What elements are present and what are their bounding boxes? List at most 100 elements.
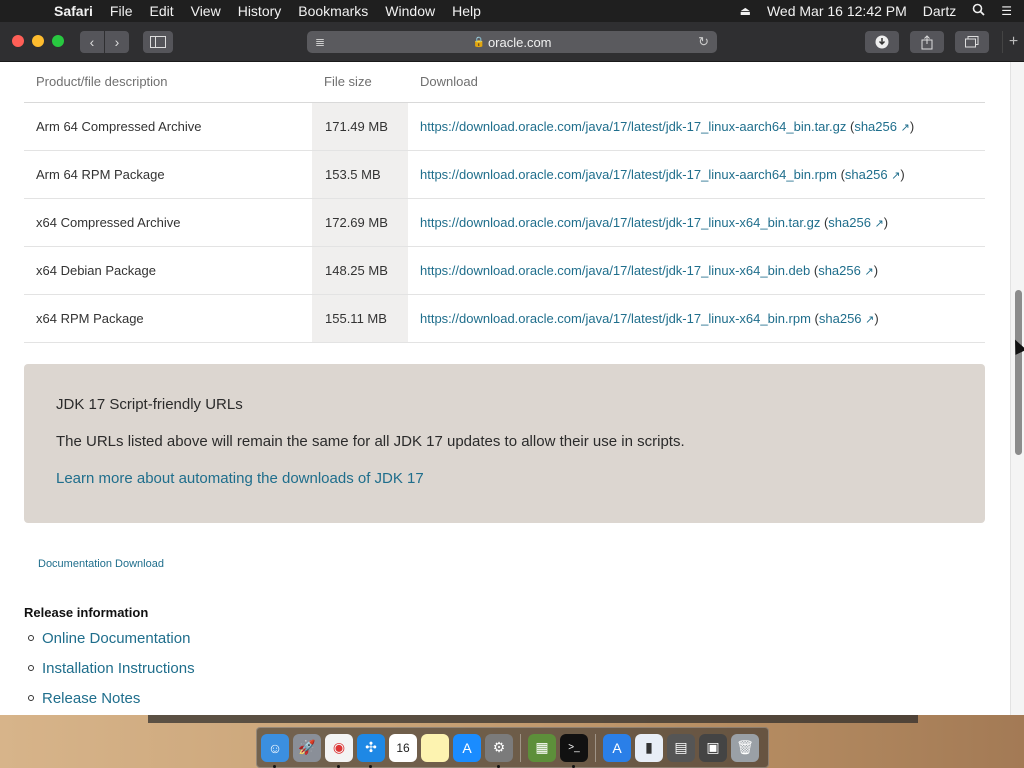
browser-toolbar: ‹ › ≣ 🔒 oracle.com ↻ + [0,22,1024,62]
release-information-heading: Release information [24,605,149,620]
zoom-window-button[interactable] [52,35,64,47]
sha256-link[interactable]: sha256 ↗ [854,119,910,134]
menu-edit[interactable]: Edit [149,3,173,19]
menu-window[interactable]: Window [385,3,435,19]
chevron-left-icon: ‹ [89,34,95,50]
sha256-link[interactable]: sha256 ↗ [819,311,875,326]
running-indicator [497,764,500,768]
menu-view[interactable]: View [191,3,221,19]
sha256-link[interactable]: sha256 ↗ [845,167,901,182]
launchpad-icon[interactable]: 🚀 [293,733,321,762]
file-size: 153.5 MB [312,150,408,199]
eject-icon[interactable]: ⏏ [740,4,751,18]
installation-instructions-link[interactable]: Installation Instructions [42,660,195,677]
checksum-label: sha256 [818,310,862,326]
sha256-link[interactable]: sha256 ↗ [818,263,874,278]
column-header-description: Product/file description [24,62,312,103]
menu-file[interactable]: File [110,3,133,19]
file-description: x64 RPM Package [24,294,312,343]
menu-app-name[interactable]: Safari [54,3,93,19]
table-row: x64 Compressed Archive 172.69 MB https:/… [24,198,985,247]
table-row: Arm 64 Compressed Archive 171.49 MB http… [24,102,985,151]
column-header-download: Download [408,62,985,103]
sidebar-icon [150,36,166,48]
close-window-button[interactable] [12,35,24,47]
download-cell: https://download.oracle.com/java/17/late… [408,246,985,295]
terminal-icon[interactable]: >_ [560,733,588,768]
file-description: Arm 64 Compressed Archive [24,102,312,151]
release-notes-link[interactable]: Release Notes [42,690,140,707]
system-preferences-icon[interactable]: ⚙ [485,733,513,768]
minimize-window-button[interactable] [32,35,44,47]
checksum-label: sha256 [828,214,871,230]
online-documentation-link[interactable]: Online Documentation [42,630,190,647]
show-tabs-button[interactable] [955,31,989,53]
back-button[interactable]: ‹ [80,31,104,53]
menu-bar: Safari File Edit View History Bookmarks … [0,0,1024,22]
reload-icon[interactable]: ↻ [698,34,709,50]
running-indicator [369,764,372,768]
menu-clock[interactable]: Wed Mar 16 12:42 PM [767,3,907,19]
column-header-size: File size [312,62,408,103]
safari-window: ‹ › ≣ 🔒 oracle.com ↻ + Product/file desc… [0,22,1024,715]
table-row: Arm 64 RPM Package 153.5 MB https://down… [24,150,985,199]
share-button[interactable] [910,31,944,53]
menu-user[interactable]: Dartz [923,3,956,19]
list-item: Installation Instructions [28,653,195,683]
running-indicator [337,764,340,768]
download-link[interactable]: https://download.oracle.com/java/17/late… [420,215,820,230]
download-link[interactable]: https://download.oracle.com/java/17/late… [420,311,811,326]
checksum-label: sha256 [844,166,888,182]
address-text: oracle.com [487,34,552,50]
external-link-icon: ↗ [864,265,874,278]
downloads-table: Product/file description File size Downl… [24,62,985,343]
external-link-icon: ↗ [891,169,901,182]
bullet-icon [28,665,34,671]
share-icon [921,34,933,49]
documentation-download-link[interactable]: Documentation Download [38,558,164,570]
list-item: Release Notes [28,683,195,713]
chrome-icon[interactable]: ◉ [325,733,353,768]
bullet-icon [28,695,34,701]
menu-help[interactable]: Help [452,3,481,19]
notification-center-icon[interactable]: ☰ [1001,4,1012,18]
screenshots-icon[interactable]: ▣ [699,733,727,762]
spotlight-search-icon[interactable] [972,3,985,19]
running-indicator [273,764,276,768]
sha256-link[interactable]: sha256 ↗ [828,215,884,230]
address-bar[interactable]: ≣ 🔒 oracle.com ↻ [307,31,717,53]
downloads-icon[interactable]: ▤ [667,733,695,762]
safari-icon[interactable]: ✣ [357,733,385,768]
download-cell: https://download.oracle.com/java/17/late… [408,294,985,343]
app-store-icon[interactable]: A [453,733,481,762]
scrollbar-thumb[interactable] [1015,290,1022,455]
menu-history[interactable]: History [238,3,282,19]
page-scrollbar[interactable] [1010,62,1024,715]
download-link[interactable]: https://download.oracle.com/java/17/late… [420,119,846,134]
automation-learn-more-link[interactable]: Learn more about automating the download… [56,470,424,487]
notes-icon[interactable] [421,733,449,762]
lock-icon: 🔒 [472,36,485,48]
table-header-row: Product/file description File size Downl… [24,62,985,103]
new-tab-button[interactable]: + [1002,31,1024,53]
dock: ☺ 🚀 ◉ ✣ 16 A ⚙ ▦ >_ A ▮ ▤ ▣ 🗑 [256,727,769,768]
trash-icon[interactable]: 🗑 [731,733,759,762]
download-icon [875,35,889,49]
callout-body: The URLs listed above will remain the sa… [56,433,685,450]
sidebar-toggle-button[interactable] [143,31,173,53]
minecraft-icon[interactable]: ▦ [528,733,556,762]
table-row: x64 RPM Package 155.11 MB https://downlo… [24,294,985,343]
checksum-label: sha256 [854,118,897,134]
documents-icon[interactable]: ▮ [635,733,663,762]
file-size: 171.49 MB [312,102,408,151]
calendar-icon[interactable]: 16 [389,733,417,762]
reader-mode-icon[interactable]: ≣ [315,35,325,49]
download-link[interactable]: https://download.oracle.com/java/17/late… [420,263,810,278]
download-cell: https://download.oracle.com/java/17/late… [408,150,985,199]
finder-icon[interactable]: ☺ [261,733,289,768]
forward-button[interactable]: › [105,31,129,53]
download-link[interactable]: https://download.oracle.com/java/17/late… [420,167,837,182]
menu-bookmarks[interactable]: Bookmarks [298,3,368,19]
app-store-folder-icon[interactable]: A [603,733,631,762]
downloads-button[interactable] [865,31,899,53]
